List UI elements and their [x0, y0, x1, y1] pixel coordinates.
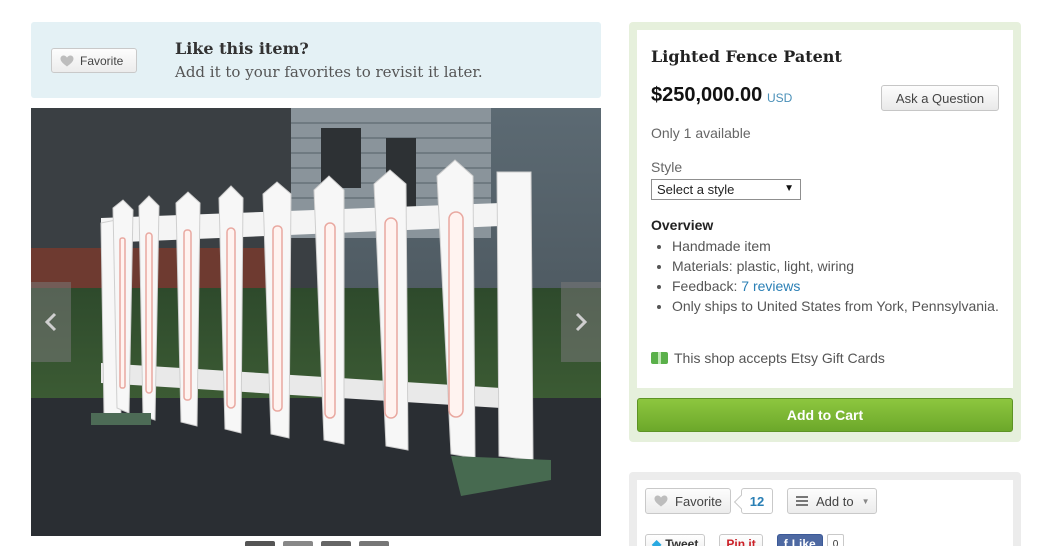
overview-item: Only ships to United States from York, P…	[672, 296, 1002, 316]
thumbnail[interactable]	[245, 541, 275, 546]
overview-item: Handmade item	[672, 236, 1002, 256]
style-select-value: Select a style	[657, 182, 735, 197]
pin-it-button[interactable]: Pin it	[719, 534, 763, 546]
thumbnail[interactable]	[283, 541, 313, 546]
reviews-link[interactable]: 7 reviews	[741, 278, 800, 294]
twitter-bird-icon: ◆	[652, 537, 662, 546]
thumbnail-strip	[245, 541, 389, 546]
favorite-count[interactable]: 12	[741, 488, 773, 514]
pin-it-label: Pin it	[726, 537, 756, 546]
overview-heading: Overview	[651, 217, 714, 233]
list-icon	[796, 496, 808, 506]
gallery-prev-button[interactable]	[31, 282, 71, 362]
share-buttons: ◆ Tweet Pin it f Like 0	[645, 534, 845, 546]
add-to-list-button[interactable]: Add to ▼	[787, 488, 877, 514]
like-label: Like	[791, 537, 816, 546]
gallery-next-button[interactable]	[561, 282, 601, 362]
add-to-label: Add to	[816, 493, 854, 509]
buy-box: Lighted Fence Patent $250,000.00 USD Ask…	[629, 22, 1021, 442]
caret-down-icon: ▼	[861, 496, 870, 506]
facebook-f-icon: f	[783, 537, 788, 546]
like-count: 0	[826, 534, 845, 546]
add-to-cart-button[interactable]: Add to Cart	[637, 398, 1013, 432]
favorite-banner: Favorite Like this item? Add it to your …	[31, 22, 601, 98]
favorite-button-label: Favorite	[80, 53, 124, 68]
product-photo[interactable]	[31, 108, 601, 536]
availability-text: Only 1 available	[651, 125, 751, 141]
heart-icon	[60, 55, 74, 66]
dropdown-caret-icon: ▼	[784, 183, 794, 194]
favorite-button[interactable]: Favorite	[51, 48, 137, 73]
style-label: Style	[651, 159, 683, 175]
gift-cards-note: This shop accepts Etsy Gift Cards	[651, 350, 885, 366]
chevron-right-icon	[575, 312, 588, 332]
social-box: Favorite 12 Add to ▼ ◆ Tweet Pin it f Li…	[629, 472, 1021, 546]
chevron-left-icon	[44, 312, 57, 332]
favorite-item-label: Favorite	[675, 493, 722, 509]
gift-cards-text: This shop accepts Etsy Gift Cards	[674, 350, 885, 366]
favorite-banner-subtitle: Add it to your favorites to revisit it l…	[175, 63, 483, 81]
listing-title: Lighted Fence Patent	[651, 47, 842, 66]
tweet-button[interactable]: ◆ Tweet	[645, 534, 706, 546]
listing-price: $250,000.00	[651, 84, 763, 106]
favorite-banner-title: Like this item?	[175, 39, 309, 58]
overview-item: Feedback: 7 reviews	[672, 276, 1002, 296]
favorite-item-button[interactable]: Favorite	[645, 488, 731, 514]
social-actions: Favorite 12 Add to ▼ ◆ Tweet Pin it f Li…	[637, 480, 1013, 546]
lighted-fence-image	[31, 108, 601, 536]
heart-icon	[654, 495, 668, 507]
overview-item: Materials: plastic, light, wiring	[672, 256, 1002, 276]
gift-card-icon	[651, 352, 668, 364]
facebook-like-button[interactable]: f Like	[776, 534, 823, 546]
thumbnail[interactable]	[321, 541, 351, 546]
currency-code[interactable]: USD	[767, 91, 792, 105]
ask-question-button[interactable]: Ask a Question	[881, 85, 999, 111]
thumbnail[interactable]	[359, 541, 389, 546]
tweet-label: Tweet	[665, 537, 699, 546]
style-select[interactable]: Select a style ▼	[651, 179, 801, 200]
listing-details: Lighted Fence Patent $250,000.00 USD Ask…	[637, 30, 1013, 388]
feedback-label: Feedback:	[672, 278, 742, 294]
overview-list: Handmade item Materials: plastic, light,…	[672, 236, 1002, 316]
